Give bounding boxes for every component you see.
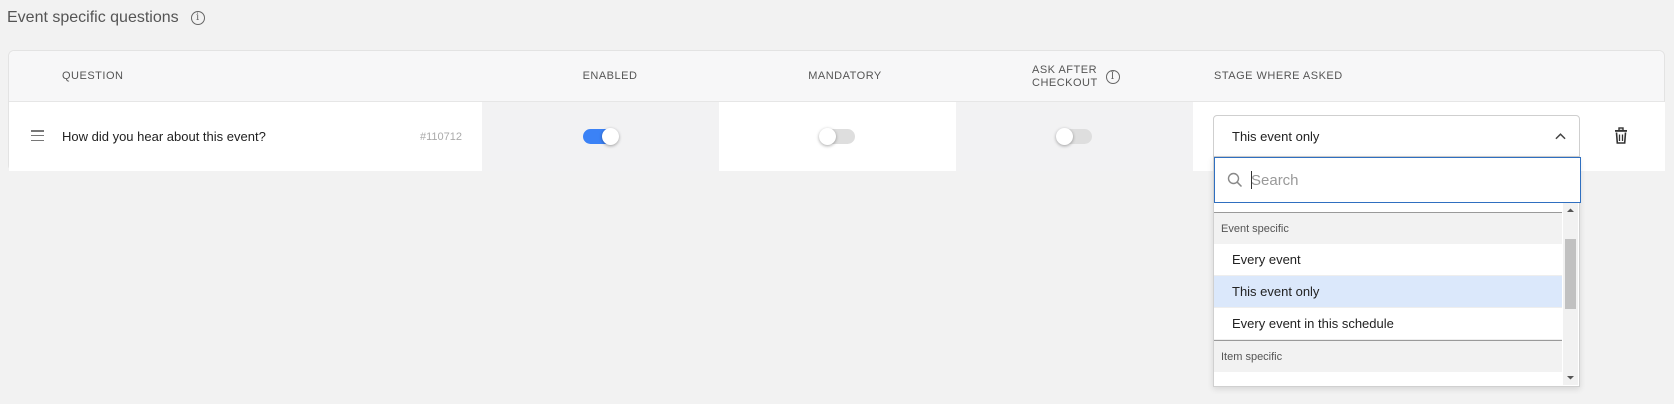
stage-select[interactable]: This event only bbox=[1213, 115, 1580, 157]
option-every-event[interactable]: Every event bbox=[1214, 244, 1562, 276]
header-ask-after-checkout-label: ASK AFTER CHECKOUT bbox=[1032, 64, 1098, 90]
drag-handle-icon[interactable] bbox=[31, 130, 44, 141]
scroll-up-arrow-icon[interactable] bbox=[1563, 203, 1578, 218]
search-icon bbox=[1227, 172, 1243, 188]
chevron-up-icon bbox=[1555, 133, 1566, 140]
trash-icon[interactable] bbox=[1611, 126, 1631, 146]
group-header-item-specific: Item specific bbox=[1214, 340, 1562, 372]
enabled-toggle[interactable] bbox=[583, 128, 619, 145]
question-id: #110712 bbox=[419, 130, 462, 143]
info-icon[interactable]: i bbox=[1105, 69, 1120, 84]
header-enabled: ENABLED bbox=[582, 70, 638, 82]
questions-table: QUESTION ENABLED MANDATORY ASK AFTER CHE… bbox=[8, 50, 1665, 171]
header-ask-line2: CHECKOUT bbox=[1032, 76, 1098, 89]
info-icon[interactable]: i bbox=[190, 11, 205, 25]
header-ask-after-checkout: ASK AFTER CHECKOUT i bbox=[1032, 51, 1120, 102]
header-stage: STAGE WHERE ASKED bbox=[1214, 70, 1343, 82]
search-input[interactable] bbox=[1251, 166, 1571, 194]
scroll-down-arrow-icon[interactable] bbox=[1563, 370, 1578, 385]
section-title: Event specific questions i bbox=[7, 9, 205, 27]
section-title-text: Event specific questions bbox=[7, 9, 179, 26]
ask-after-checkout-toggle[interactable] bbox=[1056, 128, 1092, 145]
mandatory-cell bbox=[719, 102, 956, 171]
stage-dropdown: Event specific Every event This event on… bbox=[1213, 157, 1581, 387]
header-ask-line1: ASK AFTER bbox=[1032, 63, 1098, 76]
group-header-event-specific: Event specific bbox=[1214, 212, 1562, 244]
dropdown-scrollbar[interactable] bbox=[1563, 203, 1578, 385]
dropdown-list: Event specific Every event This event on… bbox=[1214, 212, 1562, 383]
option-every-event-in-schedule[interactable]: Every event in this schedule bbox=[1214, 308, 1562, 340]
option-this-event-only[interactable]: This event only bbox=[1214, 276, 1562, 308]
dropdown-search bbox=[1214, 157, 1581, 203]
header-mandatory: MANDATORY bbox=[808, 70, 882, 82]
question-cell: How did you hear about this event? #1107… bbox=[9, 102, 482, 171]
enabled-cell bbox=[482, 102, 719, 171]
ask-after-checkout-cell bbox=[956, 102, 1193, 171]
header-question: QUESTION bbox=[62, 70, 124, 82]
table-header: QUESTION ENABLED MANDATORY ASK AFTER CHE… bbox=[9, 51, 1664, 102]
stage-select-value: This event only bbox=[1232, 128, 1320, 144]
mandatory-toggle[interactable] bbox=[819, 128, 855, 145]
text-caret bbox=[1251, 171, 1252, 189]
question-text: How did you hear about this event? bbox=[62, 129, 266, 144]
scroll-thumb[interactable] bbox=[1565, 239, 1576, 309]
